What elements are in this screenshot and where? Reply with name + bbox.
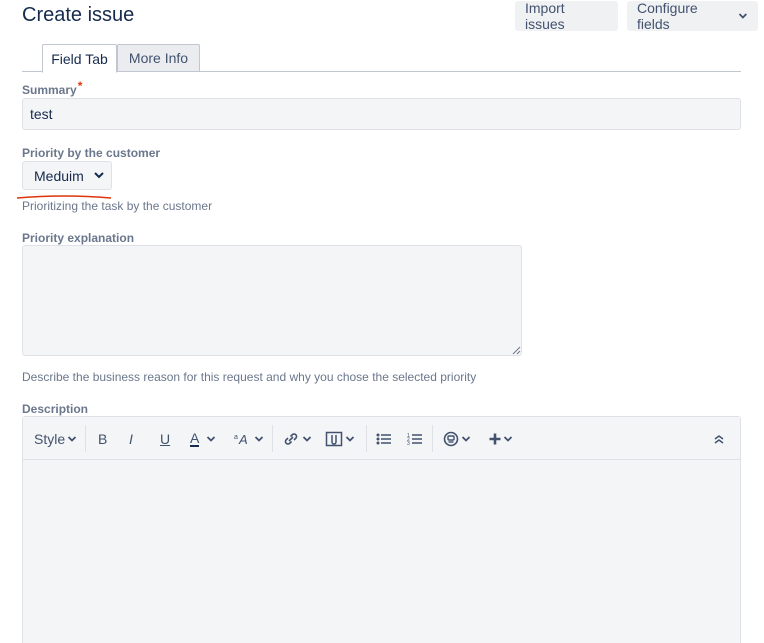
import-issues-label: Import issues bbox=[525, 0, 565, 32]
chevron-down-icon bbox=[254, 436, 264, 442]
double-chevron-up-icon bbox=[714, 435, 724, 444]
svg-text:A: A bbox=[238, 432, 248, 447]
tab-bar: Field Tab More Info bbox=[22, 44, 741, 73]
priority-select[interactable]: Meduim bbox=[22, 161, 112, 190]
underline-icon: U bbox=[160, 431, 171, 447]
emoji-icon bbox=[443, 431, 459, 447]
chevron-down-icon bbox=[461, 436, 471, 442]
link-icon bbox=[284, 433, 298, 445]
bold-icon: B bbox=[98, 431, 108, 447]
chevron-down-icon bbox=[94, 172, 104, 179]
emoji-button[interactable] bbox=[443, 429, 471, 449]
priority-explanation-label: Priority explanation bbox=[22, 231, 135, 245]
required-marker: * bbox=[77, 79, 83, 93]
italic-button[interactable]: I bbox=[129, 429, 133, 449]
underline-button[interactable]: U bbox=[160, 429, 170, 449]
bullet-list-button[interactable] bbox=[376, 429, 392, 449]
collapse-toolbar-button[interactable] bbox=[713, 429, 725, 449]
italic-icon: I bbox=[129, 431, 133, 447]
chevron-down-icon bbox=[67, 436, 77, 442]
tab-more-info-label: More Info bbox=[128, 50, 189, 66]
tab-more-info[interactable]: More Info bbox=[117, 44, 200, 72]
chevron-down-icon bbox=[739, 13, 748, 19]
priority-selected-value: Meduim bbox=[34, 167, 84, 184]
summary-input[interactable]: test bbox=[22, 98, 741, 130]
svg-text:3: 3 bbox=[407, 441, 410, 446]
page-title: Create issue bbox=[22, 4, 135, 26]
editor-toolbar: Style B I U A aA 1 2 3 bbox=[23, 417, 740, 460]
clear-formatting-icon: aA bbox=[234, 432, 248, 447]
toolbar-divider bbox=[366, 425, 367, 452]
insert-more-button[interactable] bbox=[488, 429, 513, 449]
more-formatting-button[interactable]: aA bbox=[233, 429, 264, 449]
toolbar-divider bbox=[432, 425, 433, 452]
bullet-list-icon bbox=[376, 433, 391, 445]
numbered-list-icon: 123 bbox=[407, 433, 422, 446]
description-label: Description bbox=[22, 402, 89, 416]
configure-fields-button[interactable]: Configure fields bbox=[627, 0, 758, 32]
link-button[interactable] bbox=[282, 429, 312, 449]
summary-label-text: Summary bbox=[22, 83, 77, 97]
priority-explanation-textarea[interactable] bbox=[22, 245, 522, 356]
numbered-list-button[interactable]: 123 bbox=[407, 429, 423, 449]
configure-fields-label: Configure fields bbox=[637, 0, 698, 32]
text-color-button[interactable]: A bbox=[190, 429, 216, 449]
summary-label: Summary* bbox=[22, 79, 82, 97]
priority-help-text: Prioritizing the task by the customer bbox=[22, 199, 213, 213]
text-color-icon: A bbox=[190, 430, 200, 447]
chevron-down-icon bbox=[302, 436, 312, 442]
tab-field-tab[interactable]: Field Tab bbox=[42, 44, 117, 73]
bold-button[interactable]: B bbox=[98, 429, 107, 449]
style-dropdown[interactable]: Style bbox=[34, 429, 77, 449]
description-text-area[interactable] bbox=[23, 461, 740, 643]
attachment-icon bbox=[325, 431, 343, 447]
plus-icon bbox=[489, 433, 501, 445]
priority-label: Priority by the customer bbox=[22, 146, 161, 160]
description-editor: Style B I U A aA 1 2 3 bbox=[22, 416, 741, 643]
style-dropdown-label: Style bbox=[34, 431, 66, 447]
toolbar-divider bbox=[85, 425, 86, 452]
priority-explanation-help-text: Describe the business reason for this re… bbox=[22, 370, 477, 384]
chevron-down-icon bbox=[207, 436, 216, 442]
attachment-button[interactable] bbox=[325, 429, 355, 449]
resize-handle-icon[interactable] bbox=[512, 346, 521, 355]
svg-text:a: a bbox=[234, 434, 238, 441]
chevron-down-icon bbox=[503, 436, 513, 442]
import-issues-button[interactable]: Import issues bbox=[515, 0, 618, 32]
toolbar-divider bbox=[272, 425, 273, 452]
chevron-down-icon bbox=[345, 436, 355, 442]
tab-field-tab-label: Field Tab bbox=[51, 50, 108, 67]
